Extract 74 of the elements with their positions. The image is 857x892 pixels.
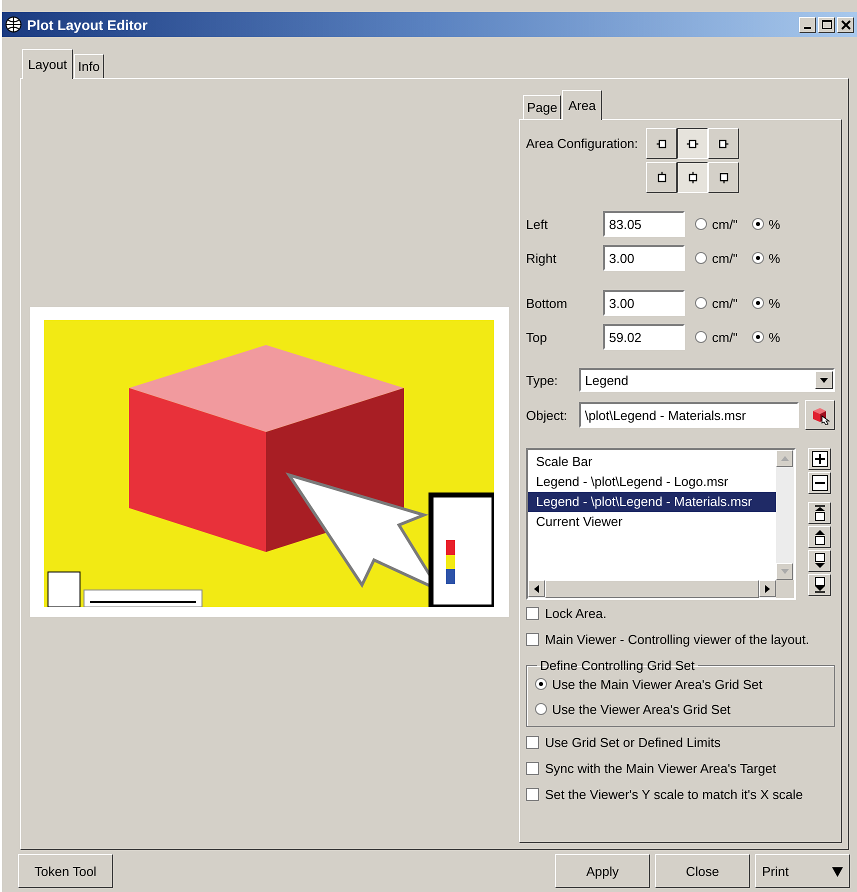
field-label: Right (526, 250, 558, 266)
remove-button[interactable] (808, 472, 831, 494)
alignment-button[interactable] (677, 128, 708, 159)
tab[interactable]: Page (523, 95, 562, 119)
input-field[interactable]: 59.02 (603, 324, 685, 350)
list-item[interactable]: Scale Bar (528, 452, 776, 472)
checkbox-option[interactable]: Sync with the Main Viewer Area's Target (526, 759, 835, 777)
scrollbar[interactable] (776, 450, 794, 580)
move-down-icon (814, 553, 826, 569)
window-title: Plot Layout Editor (27, 16, 149, 32)
move-bottom-icon (814, 577, 826, 593)
token-tool-button[interactable]: Token Tool (18, 854, 113, 888)
down-arrow-icon (780, 569, 788, 574)
field-label: Top (526, 330, 548, 344)
move-up-icon (814, 529, 826, 545)
group-title: Define Controlling Grid Set (539, 658, 696, 673)
input-field[interactable]: \plot\Legend - Materials.msr (578, 402, 800, 428)
add-button[interactable] (808, 448, 831, 470)
input-field[interactable]: 83.05 (603, 211, 685, 237)
radio-option[interactable]: cm/" (695, 296, 738, 310)
checkbox-option[interactable]: Lock Area. (526, 604, 835, 622)
plus-icon (812, 451, 828, 467)
minimize-icon (804, 26, 811, 28)
checkbox-option[interactable]: Use Grid Set or Defined Limits (526, 733, 835, 751)
close-icon (840, 18, 852, 30)
pick-button[interactable] (805, 400, 835, 430)
maximize-button[interactable] (818, 16, 835, 32)
tab[interactable]: Area (562, 90, 602, 120)
move-down-button[interactable] (808, 550, 831, 572)
radio-option[interactable]: % (752, 330, 780, 344)
minus-icon (812, 475, 828, 491)
dropdown[interactable]: Legend (579, 368, 835, 392)
checkbox-option[interactable]: Main Viewer - Controlling viewer of the layout. (526, 630, 835, 648)
radio-option[interactable]: % (752, 216, 780, 232)
checkbox-option[interactable]: Set the Viewer's Y scale to match it's X scale (526, 785, 835, 803)
radio-option[interactable]: cm/" (695, 330, 738, 344)
up-arrow-icon (780, 456, 788, 461)
move-top-icon (814, 505, 826, 521)
close-button[interactable] (837, 16, 854, 32)
field-label: Bottom (526, 296, 568, 310)
list-item[interactable]: Legend - \plot\Legend - Materials.msr (528, 492, 776, 512)
scrollbar-corner (776, 580, 794, 598)
cube-pointer-icon (810, 405, 830, 425)
alignment-button[interactable] (677, 162, 708, 193)
move-bottom-button[interactable] (808, 574, 831, 596)
tab[interactable]: Info (74, 54, 104, 78)
radio-option[interactable]: Use the Main Viewer Area's Grid Set (535, 675, 824, 693)
field-label: Area Configuration: (526, 135, 638, 153)
field-label: Left (526, 216, 549, 232)
radio-option[interactable]: % (752, 250, 780, 266)
list-item[interactable]: Current Viewer (528, 512, 776, 532)
minimize-button[interactable] (799, 16, 816, 32)
action-button[interactable]: Close (655, 854, 750, 888)
maximize-icon (820, 18, 832, 30)
globe-icon (5, 16, 22, 33)
field-label: Type: (526, 372, 559, 388)
input-field[interactable]: 3.00 (603, 290, 685, 316)
input-field[interactable]: 3.00 (603, 245, 685, 271)
caret-icon (820, 378, 828, 382)
field-label: Object: (526, 408, 568, 422)
radio-option[interactable]: Use the Viewer Area's Grid Set (535, 700, 824, 718)
action-button[interactable]: Apply (555, 854, 650, 888)
radio-option[interactable]: cm/" (695, 216, 738, 232)
radio-option[interactable]: % (752, 296, 780, 310)
right-arrow-icon (765, 584, 770, 592)
caret-icon (832, 866, 843, 876)
move-up-button[interactable] (808, 526, 831, 548)
radio-option[interactable]: cm/" (695, 250, 738, 266)
tab[interactable]: Layout (22, 49, 74, 79)
scrollbar[interactable] (528, 580, 794, 598)
list-item[interactable]: Legend - \plot\Legend - Logo.msr (528, 472, 776, 492)
move-top-button[interactable] (808, 502, 831, 524)
left-arrow-icon (534, 584, 539, 592)
dropdown-button[interactable]: Print (755, 854, 850, 888)
